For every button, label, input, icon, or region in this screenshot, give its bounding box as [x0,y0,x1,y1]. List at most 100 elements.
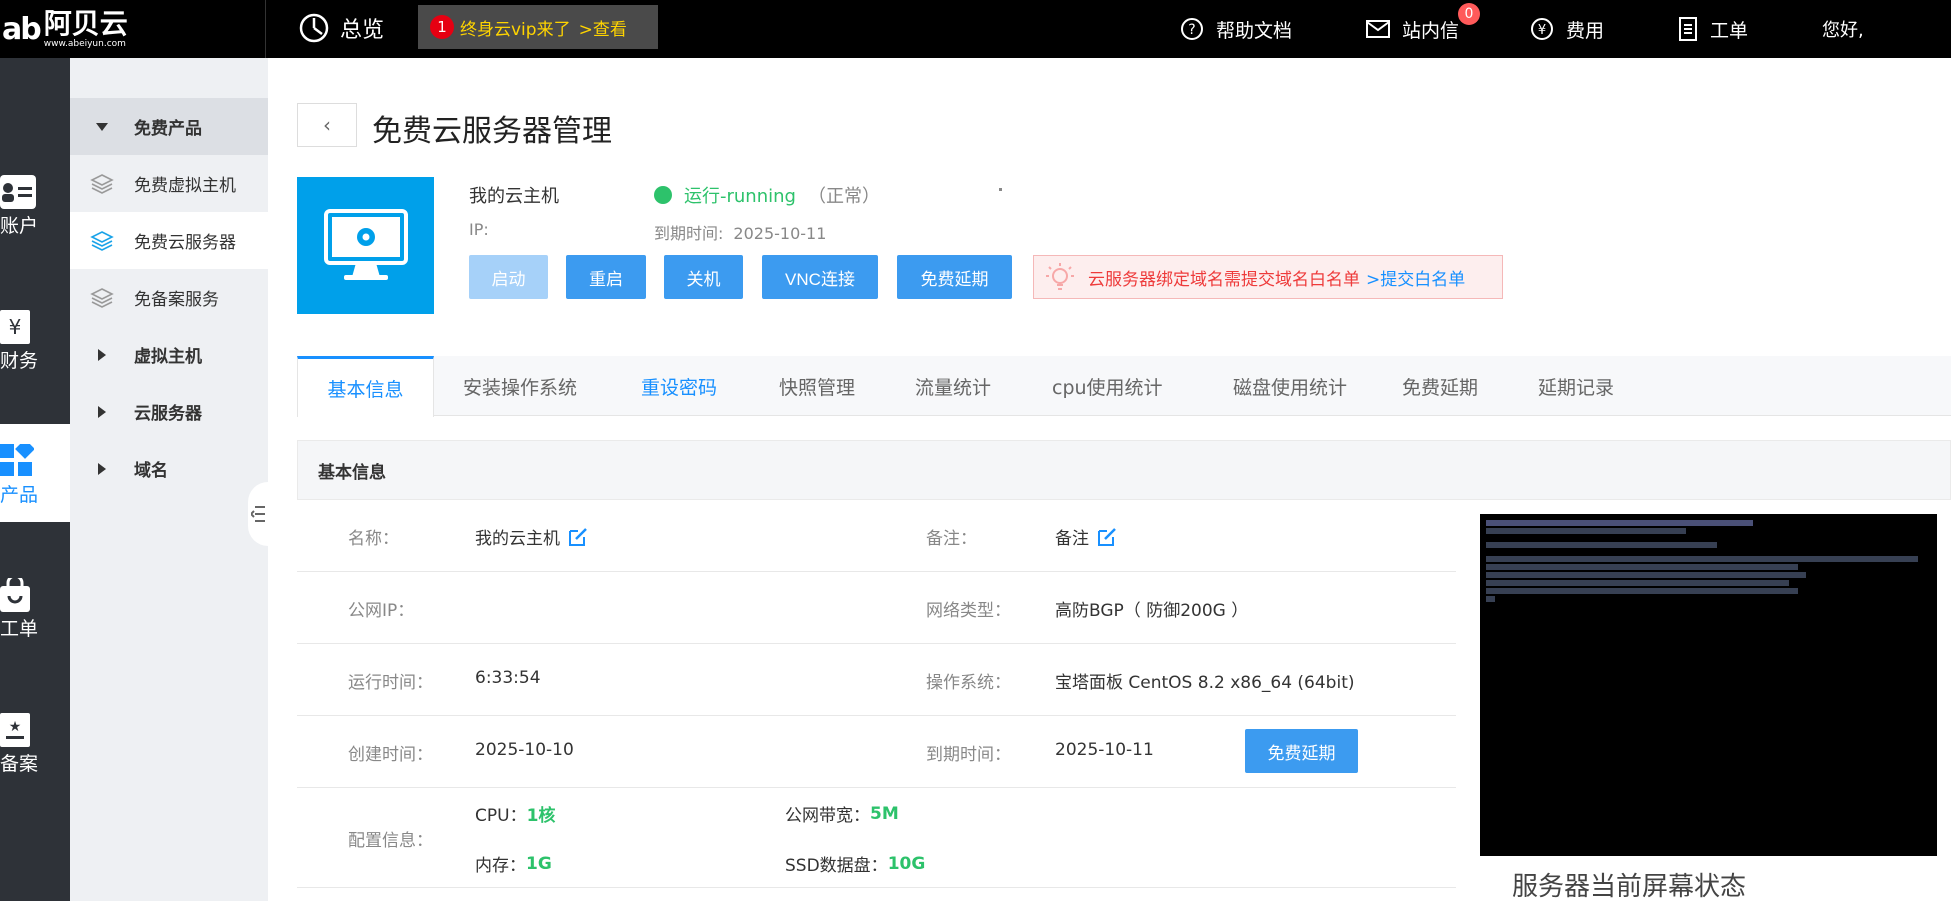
nav-help-label: 帮助文档 [1216,19,1293,42]
start-button[interactable]: 启动 [469,255,548,299]
memory-spec: 内存： 1G [475,851,552,877]
cpu-spec: CPU： 1核 [475,801,555,826]
sidebar-item-label: 免费云服务器 [134,233,236,253]
svg-text:?: ? [1188,22,1195,38]
caret-right-icon [70,405,134,418]
rail-label-account: 账户 [0,215,39,237]
tab-free-extend[interactable]: 免费延期 [1402,356,1478,416]
tab-extend-records[interactable]: 延期记录 [1538,356,1614,416]
info-row [297,572,1456,644]
top-bar: ab 阿贝云 www.abeiyun.com 总览 1 终身云vip来了 >查看… [0,0,1951,58]
extend-button[interactable]: 免费延期 [897,255,1012,299]
id-card-icon [0,175,36,209]
sidebar-group-label: 虚拟主机 [134,347,202,367]
memory-value: 1G [526,853,552,874]
logo[interactable]: ab 阿贝云 www.abeiyun.com [0,0,266,58]
notice-text: 云服务器绑定域名需提交域名白名单 [1088,269,1360,290]
expire-date: 2025-10-11 [733,224,827,243]
sidebar-group-label: 域名 [134,461,168,481]
tab-traffic-stats[interactable]: 流量统计 [915,356,991,416]
sidebar-collapse-toggle[interactable] [248,482,268,546]
main-content: ‹ 免费云服务器管理 我的云主机 运行-running （正常） IP: 到期时… [268,58,1951,901]
promo-banner[interactable]: 1 终身云vip来了 >查看 [418,5,658,49]
cpu-value: 1核 [526,806,556,826]
sidebar-item-free-cloud-server[interactable]: 免费云服务器 [70,212,268,269]
secondary-sidebar: 免费产品 免费虚拟主机 免费云服务器 免备案服务 虚拟主机 云服务器 域名 [70,58,268,901]
whitelist-notice: 云服务器绑定域名需提交域名白名单 >提交白名单 [1033,255,1503,299]
nav-tickets[interactable]: 工单 [1678,0,1748,58]
rail-item-products[interactable]: 产品 [0,424,70,522]
tab-cpu-stats[interactable]: cpu使用统计 [1052,356,1163,416]
tab-bar: 基本信息 安装操作系统 重设密码 快照管理 流量统计 cpu使用统计 磁盘使用统… [297,356,1951,417]
tab-install-os[interactable]: 安装操作系统 [463,356,577,416]
bag-icon [0,578,30,612]
yen-icon: ¥ [1530,17,1554,41]
svg-text:¥: ¥ [9,315,22,339]
created-label: 创建时间： [348,745,433,765]
disk-spec: SSD数据盘： 10G [785,851,926,877]
network-type-value: 高防BGP（ 防御200G ） [1055,601,1249,621]
caret-right-icon [70,348,134,361]
ip-label: IP: [469,220,489,239]
tab-disk-stats[interactable]: 磁盘使用统计 [1233,356,1347,416]
document-icon [1678,17,1698,41]
sidebar-group-label: 免费产品 [134,119,202,139]
rail-item-account[interactable]: 账户 [0,155,70,253]
promo-text: 终身云vip来了 [460,19,571,40]
logo-text: 阿贝云 [43,7,128,40]
vnc-button[interactable]: VNC连接 [762,255,878,299]
rail-label-beian: 备案 [0,753,39,775]
promo-link[interactable]: >查看 [579,15,627,40]
sidebar-item-label: 免备案服务 [134,290,219,310]
shutdown-button[interactable]: 关机 [664,255,743,299]
edit-icon[interactable] [1097,527,1117,547]
nav-help[interactable]: ? 帮助文档 [1180,0,1292,58]
screen-caption: 服务器当前屏幕状态 [1512,872,1747,901]
sidebar-group-domain[interactable]: 域名 [70,440,268,497]
layers-icon [70,230,134,252]
back-button[interactable]: ‹ [297,103,357,147]
nav-messages[interactable]: 站内信 [1366,0,1459,58]
edit-icon[interactable] [568,527,588,547]
sidebar-item-free-beian[interactable]: 免备案服务 [70,269,268,326]
sidebar-item-free-vhost[interactable]: 免费虚拟主机 [70,155,268,212]
expire-label: 到期时间: [654,224,724,243]
grid-icon [0,444,34,476]
expire-row-label: 到期时间： [926,745,1011,765]
cpu-label: CPU： [475,806,527,826]
server-status: 运行-running （正常） [654,182,880,208]
restart-button[interactable]: 重启 [566,255,646,299]
rail-item-finance[interactable]: ¥ 财务 [0,290,70,388]
created-value: 2025-10-10 [475,740,574,760]
tab-reset-password[interactable]: 重设密码 [641,356,717,416]
tab-snapshots[interactable]: 快照管理 [779,356,855,416]
rail-item-beian[interactable]: ★ 备案 [0,693,70,791]
sidebar-group-vhost[interactable]: 虚拟主机 [70,326,268,383]
tab-basic-info[interactable]: 基本信息 [297,356,434,417]
mail-icon [1366,19,1390,39]
expire-row-value: 2025-10-11 [1055,740,1154,760]
layers-icon [70,287,134,309]
page-title: 免费云服务器管理 [372,114,612,149]
rail-label-finance: 财务 [0,350,39,372]
sidebar-group-cloud-server[interactable]: 云服务器 [70,383,268,440]
extend-button-row[interactable]: 免费延期 [1245,729,1358,773]
server-image [297,177,434,314]
dashboard-icon [299,13,329,43]
bandwidth-spec: 公网带宽： 5M [785,801,899,827]
nav-overview[interactable]: 总览 [298,8,384,48]
whitelist-link[interactable]: >提交白名单 [1366,265,1465,290]
lightbulb-icon [1046,263,1074,290]
separator-dot [999,188,1002,191]
certificate-icon: ★ [0,713,30,747]
user-greeting[interactable]: 您好, [1822,0,1864,58]
uptime-value: 6:33:54 [475,668,541,688]
disk-value: 10G [887,853,926,874]
yen-box-icon: ¥ [0,310,30,344]
logo-url: www.abeiyun.com [43,39,126,49]
sidebar-group-free-products[interactable]: 免费产品 [70,98,268,155]
rail-item-tickets[interactable]: 工单 [0,558,70,656]
nav-fees[interactable]: ¥ 费用 [1530,0,1604,58]
os-value: 宝塔面板 CentOS 8.2 x86_64 (64bit) [1055,673,1355,693]
server-screen-preview[interactable] [1480,514,1937,856]
